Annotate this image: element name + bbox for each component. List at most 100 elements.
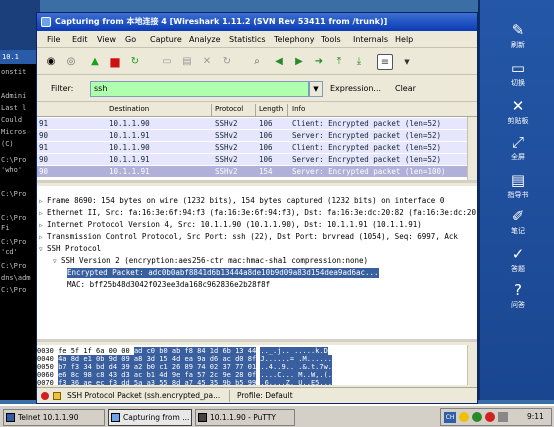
expand-toggle-icon[interactable]: ▷ (39, 233, 47, 243)
byte-line[interactable]: 0030 fe 5f 1f 6a 00 00 ad c0 b0 ab f8 84… (37, 347, 328, 355)
expert-info-icon[interactable] (41, 392, 49, 400)
expand-toggle-icon[interactable]: ▽ (53, 257, 61, 267)
taskbar-telnet[interactable]: Telnet 10.1.1.90 (3, 409, 105, 426)
terminal-tab[interactable]: 10.1 (0, 50, 40, 64)
sidebar-item-5[interactable]: ✐ 笔记 (480, 206, 554, 236)
packet-row[interactable]: 90 10.1.1.91 SSHv2 154 Server: Encrypted pac… (37, 166, 477, 177)
tray-app-icon[interactable] (459, 412, 469, 422)
detail-line[interactable]: MAC: bff25b48d3042f023ee3da168c962836e2b… (67, 280, 270, 290)
packet-cell-dst: 10.1.1.91 (109, 155, 150, 164)
find-packet-icon[interactable]: ⌕ (249, 54, 265, 70)
packet-cell-proto: SSHv2 (215, 119, 238, 128)
packet-row[interactable]: 90 10.1.1.91 SSHv2 106 Server: Encrypted pac… (37, 154, 477, 165)
detail-line[interactable]: Encrypted Packet: adc0b0abf8841d6b13444a… (67, 268, 379, 278)
save-file-icon[interactable]: ▤ (179, 54, 195, 70)
menu-analyze[interactable]: Analyze (189, 35, 221, 44)
reload-icon[interactable]: ↻ (219, 54, 235, 70)
menu-go[interactable]: Go (125, 35, 136, 44)
ime-indicator[interactable]: CH (444, 412, 456, 423)
sidebar-item-7[interactable]: ? 问答 (480, 280, 554, 310)
bytes-scrollbar[interactable] (467, 345, 477, 385)
column-separator[interactable] (287, 104, 288, 116)
detail-line[interactable]: ▷ Transmission Control Protocol, Src Port… (39, 232, 458, 243)
menu-statistics[interactable]: Statistics (229, 35, 266, 44)
restart-capture-icon[interactable]: ↻ (127, 54, 143, 70)
column-header-info[interactable]: Info (292, 105, 305, 113)
go-last-icon[interactable]: ⤓ (351, 54, 367, 70)
packet-cell-dst: 10.1.1.91 (109, 167, 150, 176)
sidebar-item-3[interactable]: ⤢ 全屏 (480, 132, 554, 162)
sidebar-item-6[interactable]: ✓ 答题 (480, 244, 554, 274)
column-header-destination[interactable]: Destination (109, 105, 149, 113)
tray-security-icon[interactable] (485, 412, 495, 422)
taskbar-putty[interactable]: 10.1.1.90 - PuTTY (195, 409, 295, 426)
close-file-icon[interactable]: ✕ (199, 54, 215, 70)
menu-file[interactable]: File (47, 35, 60, 44)
column-separator[interactable] (255, 104, 256, 116)
packet-cell-dst: 10.1.1.90 (109, 143, 150, 152)
terminal-titlebar (0, 0, 40, 50)
interfaces-icon[interactable]: ◉ (43, 54, 59, 70)
menu-telephony[interactable]: Telephony (274, 35, 314, 44)
detail-line[interactable]: ▽ SSH Protocol (39, 244, 101, 255)
column-header-length[interactable]: Length (259, 105, 283, 113)
stop-capture-icon[interactable]: ■ (107, 54, 123, 70)
detail-line[interactable]: ▷ Ethernet II, Src: fa:16:3e:6f:94:f3 (fa… (39, 208, 477, 219)
packet-list-header: Destination Protocol Length Info (37, 103, 477, 117)
status-profile[interactable]: Profile: Default (237, 388, 293, 404)
taskbar-wireshark[interactable]: Capturing from ... (108, 409, 192, 426)
go-to-packet-icon[interactable]: ➜ (311, 54, 327, 70)
sidebar-item-0[interactable]: ✎ 刷新 (480, 20, 554, 50)
open-file-icon[interactable]: ▭ (159, 54, 175, 70)
detail-line[interactable]: ▷ Frame 8690: 154 bytes on wire (1232 bit… (39, 196, 444, 207)
packet-row[interactable]: 91 10.1.1.90 SSHv2 106 Client: Encrypted pac… (37, 142, 477, 153)
byte-offset: 0040 (37, 355, 54, 363)
menu-internals[interactable]: Internals (353, 35, 388, 44)
menu-tools[interactable]: Tools (321, 35, 341, 44)
detail-line[interactable]: ▷ Internet Protocol Version 4, Src: 10.1.… (39, 220, 422, 231)
expand-toggle-icon[interactable]: ▷ (39, 197, 47, 207)
menu-capture[interactable]: Capture (150, 35, 182, 44)
start-capture-icon[interactable]: ▲ (87, 54, 103, 70)
clear-button[interactable]: Clear (395, 84, 416, 93)
packet-row[interactable]: 91 10.1.1.90 SSHv2 106 Client: Encrypted pac… (37, 118, 477, 129)
column-header-protocol[interactable]: Protocol (215, 105, 243, 113)
window-titlebar[interactable]: Capturing from 本地连接 4 [Wireshark 1.11.2 … (37, 13, 477, 31)
sidebar-item-label: 答题 (511, 265, 525, 273)
byte-line[interactable]: 0050 b7 f3 34 bd d4 39 a2 b0 c1 26 89 74… (37, 363, 333, 371)
menu-view[interactable]: View (97, 35, 116, 44)
go-first-icon[interactable]: ⤒ (331, 54, 347, 70)
filter-dropdown-icon[interactable]: ▼ (309, 81, 323, 97)
sidebar-item-2[interactable]: ✕ 剪贴板 (480, 96, 554, 126)
sidebar-item-1[interactable]: ▭ 切换 (480, 58, 554, 88)
byte-line[interactable]: 0060 e6 8c 98 c8 43 d3 ac b1 4d 9e fa 57… (37, 371, 333, 379)
terminal-line: onstit (1, 68, 27, 76)
byte-line[interactable]: 0040 4a 8d e1 0b 9d 09 a8 3d 15 4d ea 9a… (37, 355, 333, 363)
go-back-icon[interactable]: ◀ (271, 54, 287, 70)
tray-volume-icon[interactable] (498, 412, 508, 422)
packet-list-scrollbar[interactable] (467, 117, 477, 180)
menu-help[interactable]: Help (395, 35, 413, 44)
packet-row[interactable]: 90 10.1.1.91 SSHv2 106 Server: Encrypted pac… (37, 130, 477, 141)
background-terminal[interactable]: 10.1 onstit Admini Last l Could Micros (C) C:\… (0, 0, 40, 400)
tray-network-icon[interactable] (472, 412, 482, 422)
expand-toggle-icon[interactable]: ▽ (39, 245, 47, 255)
expression-button[interactable]: Expression... (330, 84, 381, 93)
colorize-icon[interactable]: ≡ (377, 54, 393, 70)
packet-bytes[interactable]: 0030 fe 5f 1f 6a 00 00 ad c0 b0 ab f8 84… (37, 345, 477, 385)
byte-ascii: .6....Z. U..E5... (260, 379, 333, 385)
expand-toggle-icon[interactable]: ▷ (39, 209, 47, 219)
detail-line[interactable]: ▽ SSH Version 2 (encryption:aes256-ctr ma… (53, 256, 368, 267)
menu-edit[interactable]: Edit (72, 35, 88, 44)
capture-comment-icon[interactable] (53, 392, 61, 400)
packet-details[interactable]: ▷ Frame 8690: 154 bytes on wire (1232 bit… (37, 186, 477, 342)
toolbar-overflow-icon[interactable]: ▼ (399, 54, 415, 70)
expand-toggle-icon[interactable]: ▷ (39, 221, 47, 231)
options-icon[interactable]: ◎ (63, 54, 79, 70)
go-forward-icon[interactable]: ▶ (291, 54, 307, 70)
byte-line[interactable]: 0070 f3 36 ae ec f3 dd 5a a3 55 8d a7 45… (37, 379, 333, 385)
display-filter-input[interactable]: ssh (90, 81, 309, 97)
packet-list[interactable]: Destination Protocol Length Info 91 10.1.… (37, 103, 477, 183)
sidebar-item-4[interactable]: ▤ 指导书 (480, 170, 554, 200)
column-separator[interactable] (211, 104, 212, 116)
